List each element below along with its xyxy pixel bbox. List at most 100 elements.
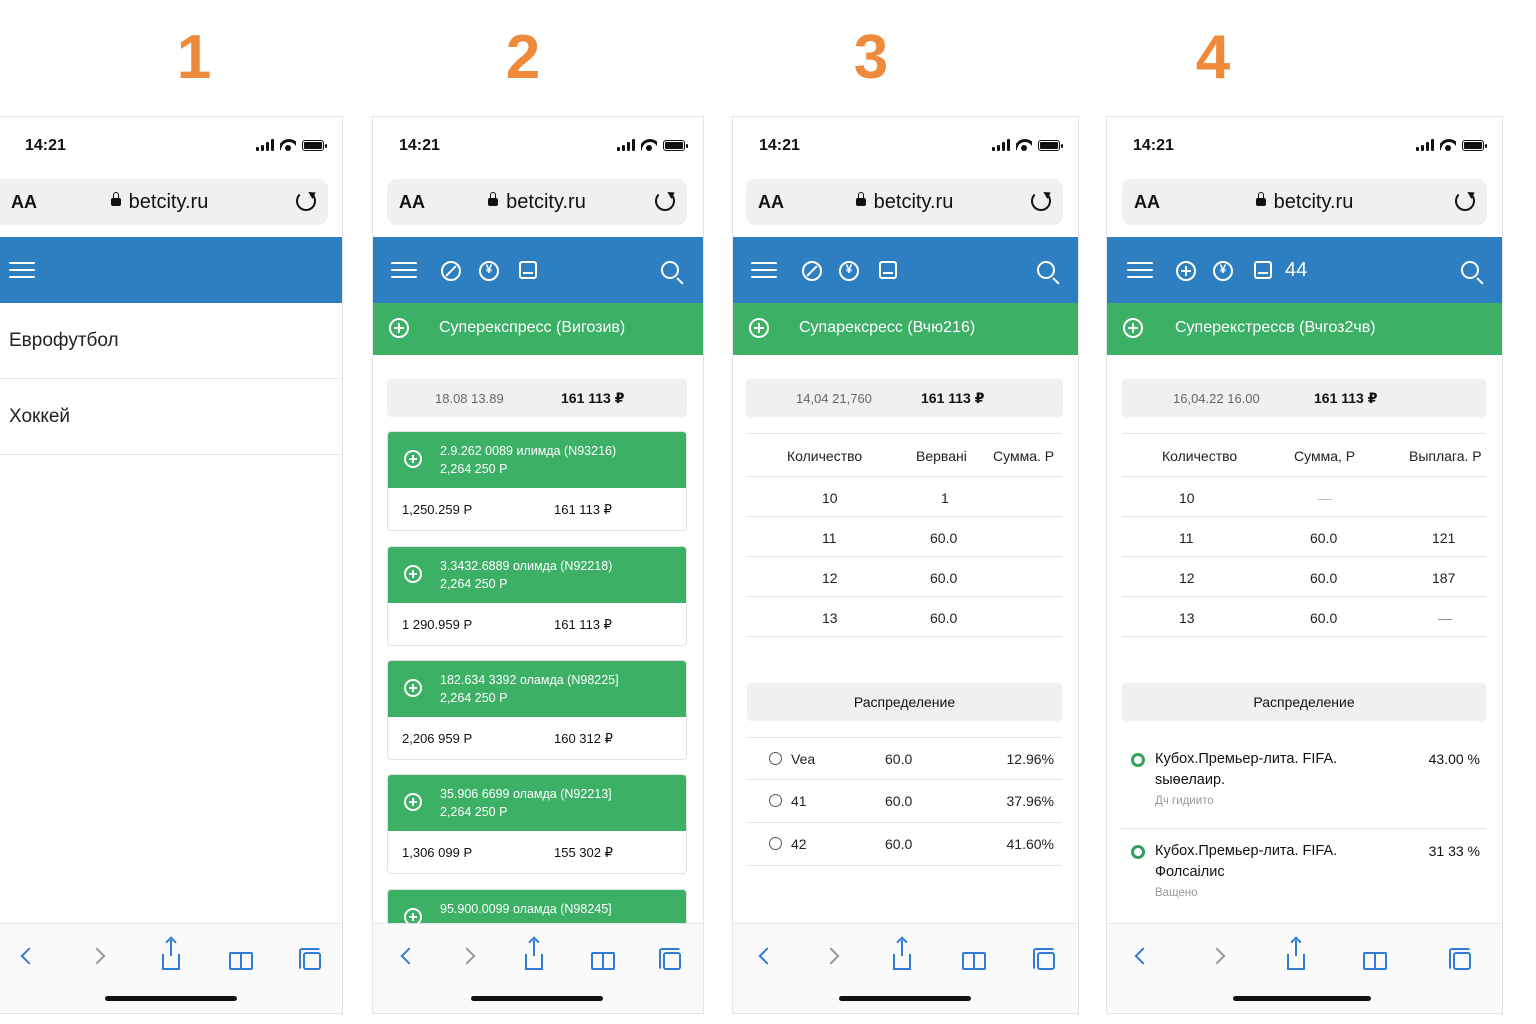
coupon-icon[interactable]: [519, 261, 537, 279]
option-percent: 41.60%: [1006, 836, 1054, 852]
radio-button[interactable]: [769, 837, 782, 850]
superexpress-banner[interactable]: Суперекстрессв (Вчгоз2чв): [1107, 303, 1502, 355]
match-row[interactable]: Кубох.Премьер-лита. FIFA. Фолсаілис Ваще…: [1121, 829, 1486, 921]
table-row: 11 60.0: [747, 517, 1062, 557]
summary-bar: 16,04.22 16.00 161 113 ₽: [1122, 379, 1486, 417]
search-icon[interactable]: [1461, 261, 1479, 279]
summary-bar: 18.08 13.89 161 113 ₽: [387, 379, 687, 417]
share-icon[interactable]: [525, 940, 543, 970]
plus-circle-icon: [404, 565, 422, 583]
chevron-right-icon[interactable]: [822, 947, 840, 965]
table-cell: 12: [822, 570, 838, 586]
match-row[interactable]: Кубох.Премьер-лита. FIFA. ѕыѳелаир. Дч г…: [1121, 737, 1486, 829]
chevron-left-icon[interactable]: [20, 947, 38, 965]
table-cell: 10: [1179, 490, 1195, 506]
option-value: 60.0: [885, 836, 913, 852]
reload-icon[interactable]: [655, 191, 675, 211]
summary-bar: 14,04 21,760 161 113 ₽: [746, 379, 1063, 417]
superexpress-banner[interactable]: Суперекспресс (Вигозив): [373, 303, 703, 355]
home-indicator: [1233, 996, 1371, 1001]
coupon-icon[interactable]: [879, 261, 897, 279]
hamburger-icon[interactable]: [1127, 262, 1153, 280]
chevron-left-icon[interactable]: [400, 947, 418, 965]
option-row[interactable]: 41 60.0 37.96%: [747, 780, 1062, 823]
superexpress-banner[interactable]: Супарексресс (Вчю216): [733, 303, 1078, 355]
search-icon[interactable]: [1037, 261, 1055, 279]
card-value-2: 161 113 ₽: [554, 617, 612, 632]
chevron-left-icon[interactable]: [1134, 947, 1152, 965]
battery-icon: [302, 140, 327, 151]
status-time: 14:21: [25, 137, 66, 154]
currency-icon[interactable]: [839, 261, 859, 281]
live-icon[interactable]: [441, 261, 461, 281]
battery-icon: [1462, 140, 1487, 151]
coupon-icon[interactable]: [1254, 261, 1272, 279]
url-domain: betcity.ru: [506, 191, 586, 213]
table-row: 10 1: [747, 477, 1062, 517]
status-bar: 14:21: [0, 117, 342, 173]
chevron-right-icon[interactable]: [88, 947, 106, 965]
column-header: Вервані: [916, 448, 967, 464]
chevron-right-icon[interactable]: [458, 947, 476, 965]
plus-circle-icon[interactable]: [1176, 261, 1196, 281]
currency-icon[interactable]: [479, 261, 499, 281]
card-value-1: 1,250.259 Р: [402, 502, 473, 517]
match-league: Кубох.Премьер-лита. FIFA.: [1155, 843, 1338, 859]
address-bar[interactable]: AA betcity.ru: [387, 179, 687, 225]
menu-item-hockey[interactable]: Хоккей: [0, 379, 342, 455]
address-bar[interactable]: AA betcity.ru: [1122, 179, 1487, 225]
tabs-icon[interactable]: [299, 948, 321, 970]
share-icon[interactable]: [1287, 940, 1305, 970]
currency-icon[interactable]: [1213, 261, 1233, 281]
reload-icon[interactable]: [1455, 191, 1475, 211]
option-row[interactable]: Vea 60.0 12.96%: [747, 737, 1062, 780]
reload-icon[interactable]: [296, 191, 316, 211]
address-bar[interactable]: AA betcity.ru: [0, 179, 328, 225]
status-circle-icon[interactable]: [1131, 753, 1145, 767]
home-indicator: [471, 996, 603, 1001]
hamburger-icon[interactable]: [9, 262, 35, 280]
share-icon[interactable]: [162, 940, 180, 970]
radio-button[interactable]: [769, 794, 782, 807]
tabs-icon[interactable]: [1449, 948, 1471, 970]
book-icon[interactable]: [962, 952, 986, 970]
bet-card[interactable]: 182.634 3392 оламда (N98225] 2,264 250 Р…: [387, 660, 687, 760]
option-row[interactable]: 42 60.0 41.60%: [747, 823, 1062, 866]
bet-card[interactable]: 35.906 6699 оламда (N92213] 2,264 250 Р …: [387, 774, 687, 874]
chevron-left-icon[interactable]: [758, 947, 776, 965]
reload-icon[interactable]: [1031, 191, 1051, 211]
bet-card[interactable]: 2.9.262 0089 илимда (N93216) 2,264 250 Р…: [387, 431, 687, 531]
book-icon[interactable]: [229, 952, 253, 970]
option-value: 60.0: [885, 751, 913, 767]
url-domain: betcity.ru: [128, 191, 209, 213]
tabs-icon[interactable]: [659, 948, 681, 970]
tabs-icon[interactable]: [1033, 948, 1055, 970]
book-icon[interactable]: [591, 952, 615, 970]
wifi-icon: [1016, 139, 1032, 151]
distribution-button[interactable]: Распределение: [747, 683, 1062, 721]
column-header: Количество: [787, 448, 863, 464]
address-bar[interactable]: AA betcity.ru: [746, 179, 1063, 225]
search-icon[interactable]: [661, 261, 679, 279]
match-teams: Фолсаілис: [1155, 864, 1225, 880]
menu-item-eurofootball[interactable]: Еврофутбол: [0, 303, 342, 379]
share-icon[interactable]: [893, 940, 911, 970]
phone-screen-3: 14:21 AA betcity.ru Супарексресс (Вчю216…: [732, 116, 1079, 1014]
chevron-right-icon[interactable]: [1208, 947, 1226, 965]
browser-toolbar: [1107, 923, 1502, 1013]
phone-screen-2: 14:21 AA betcity.ru Суперекспресс (Вигоз…: [372, 116, 704, 1014]
signal-icon: [1416, 139, 1434, 151]
option-name: 42: [791, 836, 807, 852]
book-icon[interactable]: [1363, 952, 1387, 970]
hamburger-icon[interactable]: [751, 262, 777, 280]
option-value: 60.0: [885, 793, 913, 809]
hamburger-icon[interactable]: [391, 262, 417, 280]
live-icon[interactable]: [802, 261, 822, 281]
lock-icon: [110, 191, 121, 206]
match-teams: ѕыѳелаир.: [1155, 772, 1226, 788]
radio-button[interactable]: [769, 752, 782, 765]
table-cell: 13: [1179, 610, 1195, 626]
distribution-button[interactable]: Распределение: [1122, 683, 1486, 721]
bet-card[interactable]: 3.3432.6889 олимда (N92218) 2,264 250 Р …: [387, 546, 687, 646]
status-circle-icon[interactable]: [1131, 845, 1145, 859]
